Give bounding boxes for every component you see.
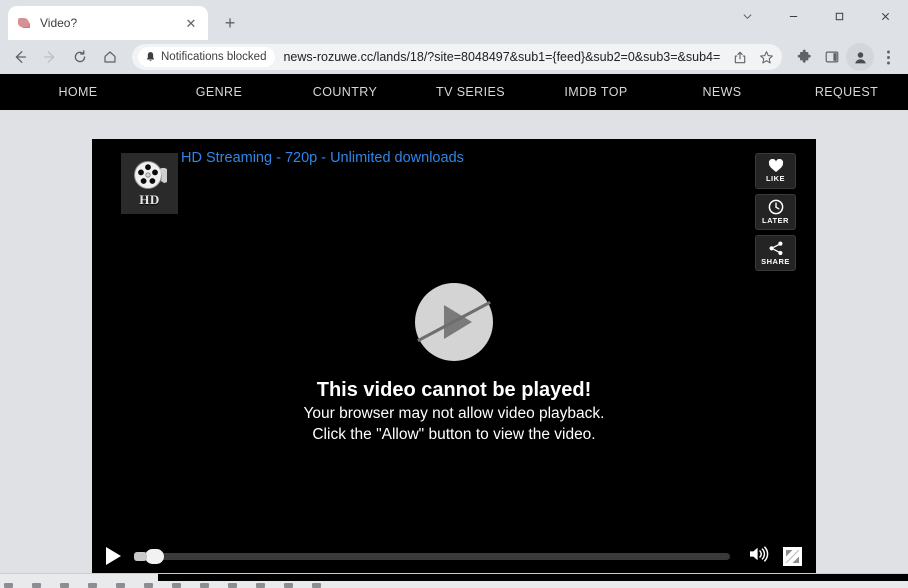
taskbar-icon[interactable] xyxy=(228,583,237,588)
forward-arrow-icon[interactable] xyxy=(36,43,64,71)
share-nodes-icon xyxy=(768,241,784,256)
window-controls xyxy=(724,0,908,32)
browser-tab[interactable]: Video? ✕ xyxy=(8,6,208,40)
video-thumbnail: HD xyxy=(121,153,178,214)
close-window-icon[interactable] xyxy=(862,0,908,32)
url-text: news-rozuwe.cc/lands/18/?site=8048497&su… xyxy=(279,50,724,64)
share-button[interactable]: SHARE xyxy=(755,235,796,271)
site-navigation: HOME GENRE COUNTRY TV SERIES IMDB TOP NE… xyxy=(0,74,908,110)
nav-item-country[interactable]: COUNTRY xyxy=(282,85,408,99)
fullscreen-icon xyxy=(783,547,802,566)
os-taskbar xyxy=(0,574,908,588)
volume-icon xyxy=(748,545,769,563)
bell-icon xyxy=(145,51,156,63)
browser-toolbar: Notifications blocked news-rozuwe.cc/lan… xyxy=(0,40,908,74)
notifications-blocked-chip[interactable]: Notifications blocked xyxy=(138,47,275,67)
nav-item-genre[interactable]: GENRE xyxy=(156,85,282,99)
error-line-1: Your browser may not allow video playbac… xyxy=(304,404,605,425)
close-tab-icon[interactable]: ✕ xyxy=(182,14,200,32)
play-button[interactable] xyxy=(106,547,121,565)
later-label: LATER xyxy=(762,216,789,225)
omnibox-actions xyxy=(728,45,778,69)
taskbar-icon[interactable] xyxy=(284,583,293,588)
error-headline: This video cannot be played! xyxy=(317,379,592,402)
share-icon[interactable] xyxy=(728,45,752,69)
error-line-2: Click the "Allow" button to view the vid… xyxy=(312,425,595,446)
stream-title-link[interactable]: HD Streaming - 720p - Unlimited download… xyxy=(181,150,464,166)
back-arrow-icon[interactable] xyxy=(6,43,34,71)
video-favicon xyxy=(16,15,32,31)
page-viewport: HOME GENRE COUNTRY TV SERIES IMDB TOP NE… xyxy=(0,74,908,574)
share-label: SHARE xyxy=(761,257,790,266)
tab-title: Video? xyxy=(40,16,174,30)
browser-window: Video? ✕ + xyxy=(0,0,908,588)
like-label: LIKE xyxy=(766,174,785,183)
taskbar-icon[interactable] xyxy=(4,583,13,588)
taskbar-icon[interactable] xyxy=(88,583,97,588)
later-button[interactable]: LATER xyxy=(755,194,796,230)
thumbnail-hd-label: HD xyxy=(139,192,160,208)
play-blocked-icon[interactable] xyxy=(415,283,493,361)
side-panel-icon[interactable] xyxy=(818,43,846,71)
taskbar-icon[interactable] xyxy=(32,583,41,588)
address-bar[interactable]: Notifications blocked news-rozuwe.cc/lan… xyxy=(132,44,782,70)
notifications-blocked-label: Notifications blocked xyxy=(161,51,266,63)
player-action-buttons: LIKE LATER SHARE xyxy=(755,153,796,271)
nav-item-tv-series[interactable]: TV SERIES xyxy=(408,85,533,99)
film-reel-icon xyxy=(133,160,167,191)
player-header: HD HD Streaming - 720p - Unlimited downl… xyxy=(92,139,816,239)
taskbar-icon[interactable] xyxy=(116,583,125,588)
reload-icon[interactable] xyxy=(66,43,94,71)
tab-strip: Video? ✕ + xyxy=(0,0,908,40)
nav-item-news[interactable]: NEWS xyxy=(659,85,785,99)
tab-search-chevron-down-icon[interactable] xyxy=(724,0,770,32)
volume-button[interactable] xyxy=(748,545,769,568)
taskbar-icon[interactable] xyxy=(200,583,209,588)
clock-icon xyxy=(768,199,784,215)
player-controls xyxy=(92,535,816,574)
seek-bar[interactable] xyxy=(137,553,730,560)
seek-handle[interactable] xyxy=(145,549,164,564)
bookmark-star-icon[interactable] xyxy=(754,45,778,69)
nav-item-request[interactable]: REQUEST xyxy=(785,85,908,99)
taskbar-icons[interactable] xyxy=(4,581,321,588)
heart-icon xyxy=(768,159,784,173)
taskbar-black-strip xyxy=(158,574,908,581)
taskbar-icon[interactable] xyxy=(172,583,181,588)
taskbar-icon[interactable] xyxy=(312,583,321,588)
nav-item-imdb-top[interactable]: IMDB TOP xyxy=(533,85,659,99)
extensions-puzzle-icon[interactable] xyxy=(790,43,818,71)
taskbar-icon[interactable] xyxy=(60,583,69,588)
fullscreen-button[interactable] xyxy=(783,547,802,566)
taskbar-icon[interactable] xyxy=(144,583,153,588)
like-button[interactable]: LIKE xyxy=(755,153,796,189)
three-dot-menu-icon[interactable] xyxy=(874,43,902,71)
home-icon[interactable] xyxy=(96,43,124,71)
playback-error-block: This video cannot be played! Your browse… xyxy=(92,283,816,446)
taskbar-icon[interactable] xyxy=(256,583,265,588)
toolbar-right-actions xyxy=(790,43,902,71)
video-player: HD HD Streaming - 720p - Unlimited downl… xyxy=(92,139,816,574)
new-tab-button[interactable]: + xyxy=(216,9,244,37)
nav-item-home[interactable]: HOME xyxy=(0,85,156,99)
profile-avatar[interactable] xyxy=(846,43,874,71)
minimize-icon[interactable] xyxy=(770,0,816,32)
maximize-icon[interactable] xyxy=(816,0,862,32)
